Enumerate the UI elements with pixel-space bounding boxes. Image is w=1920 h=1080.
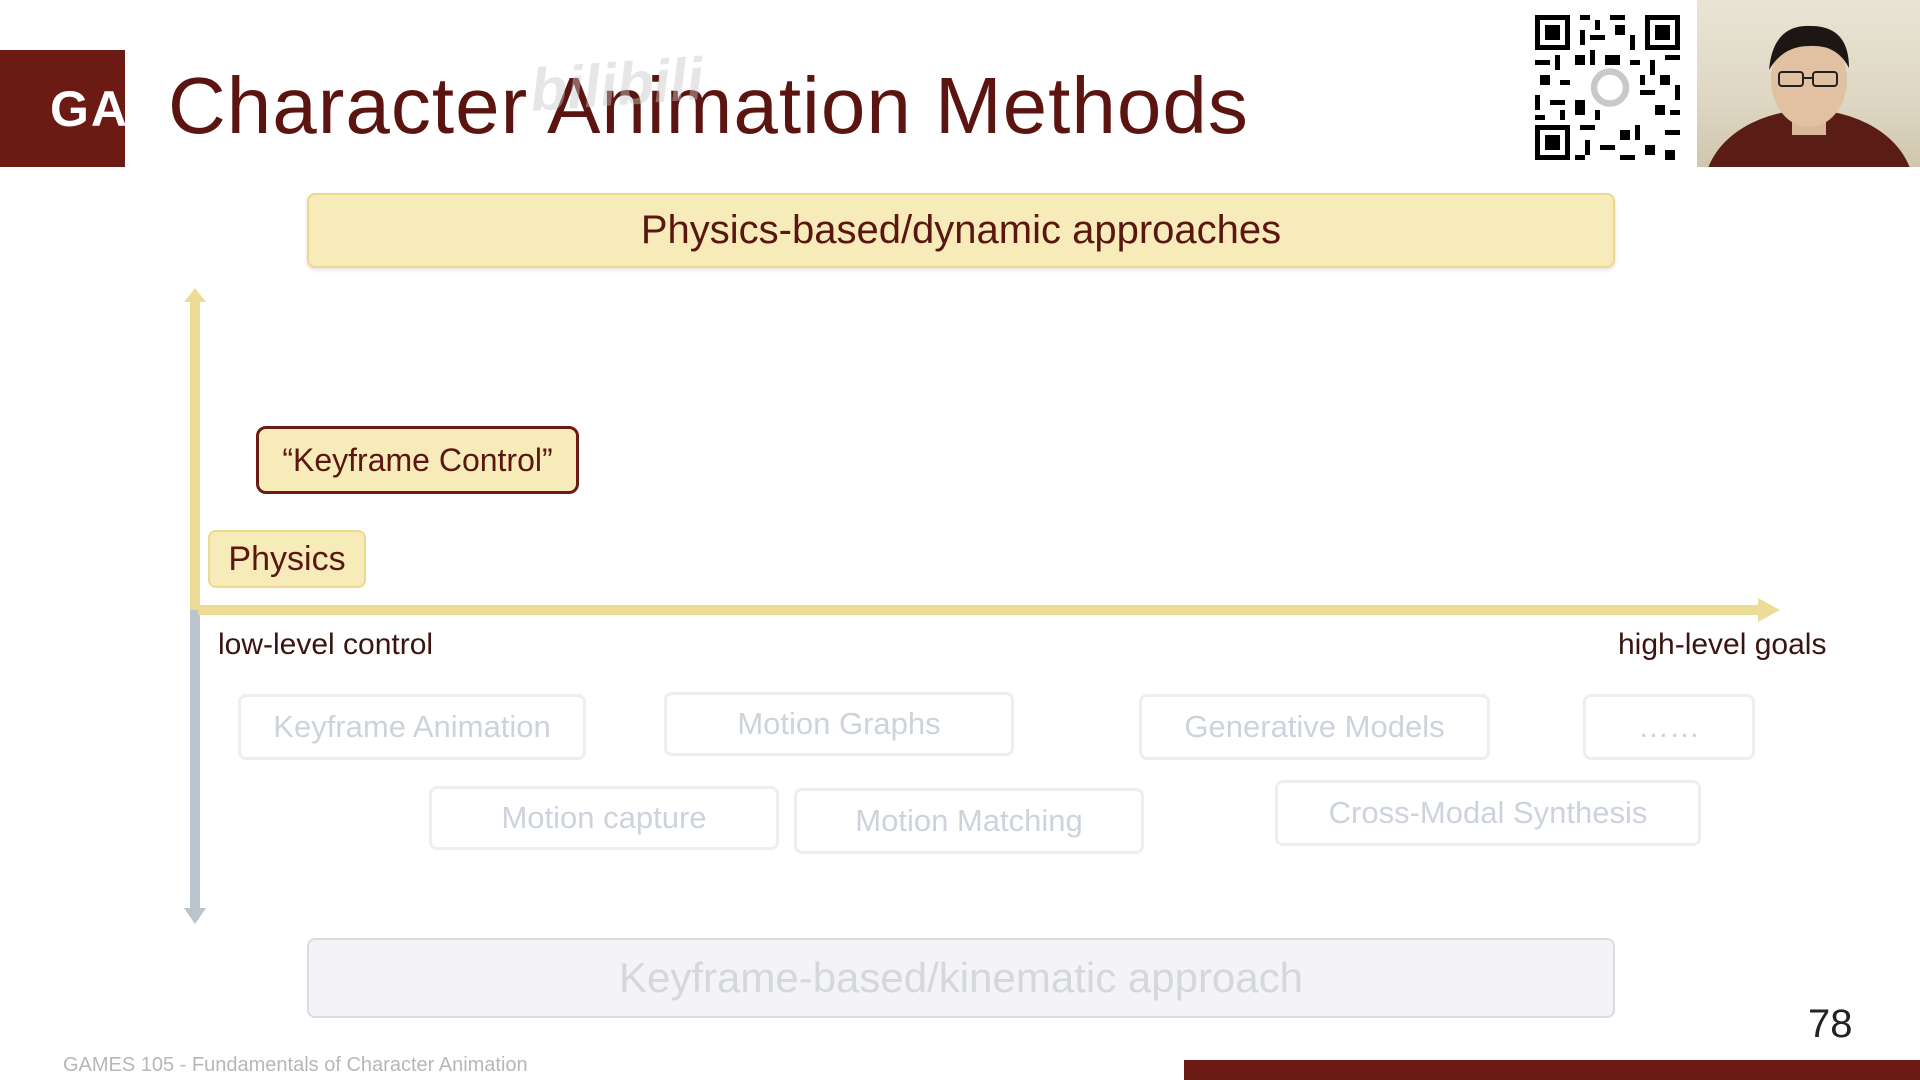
axis-label-low-level: low-level control: [218, 628, 434, 661]
method-keyframe-animation: Keyframe Animation: [238, 694, 586, 760]
method-more: ……: [1583, 694, 1755, 760]
method-motion-capture: Motion capture: [429, 786, 779, 850]
footer-course-name: GAMES 105 - Fundamentals of Character An…: [63, 1054, 528, 1076]
axis-label-high-level: high-level goals: [1618, 628, 1827, 661]
method-motion-matching: Motion Matching: [794, 788, 1144, 854]
method-motion-graphs: Motion Graphs: [664, 692, 1014, 756]
physics-approaches-header: Physics-based/dynamic approaches: [307, 193, 1615, 268]
page-number: 78: [1808, 1002, 1853, 1046]
footer-accent-bar: [1184, 1060, 1920, 1080]
kinematic-approach-header: Keyframe-based/kinematic approach: [307, 938, 1615, 1018]
keyframe-control-box: “Keyframe Control”: [256, 426, 579, 494]
physics-box: Physics: [208, 530, 366, 588]
method-cross-modal-synthesis: Cross-Modal Synthesis: [1275, 780, 1701, 846]
method-generative-models: Generative Models: [1139, 694, 1490, 760]
